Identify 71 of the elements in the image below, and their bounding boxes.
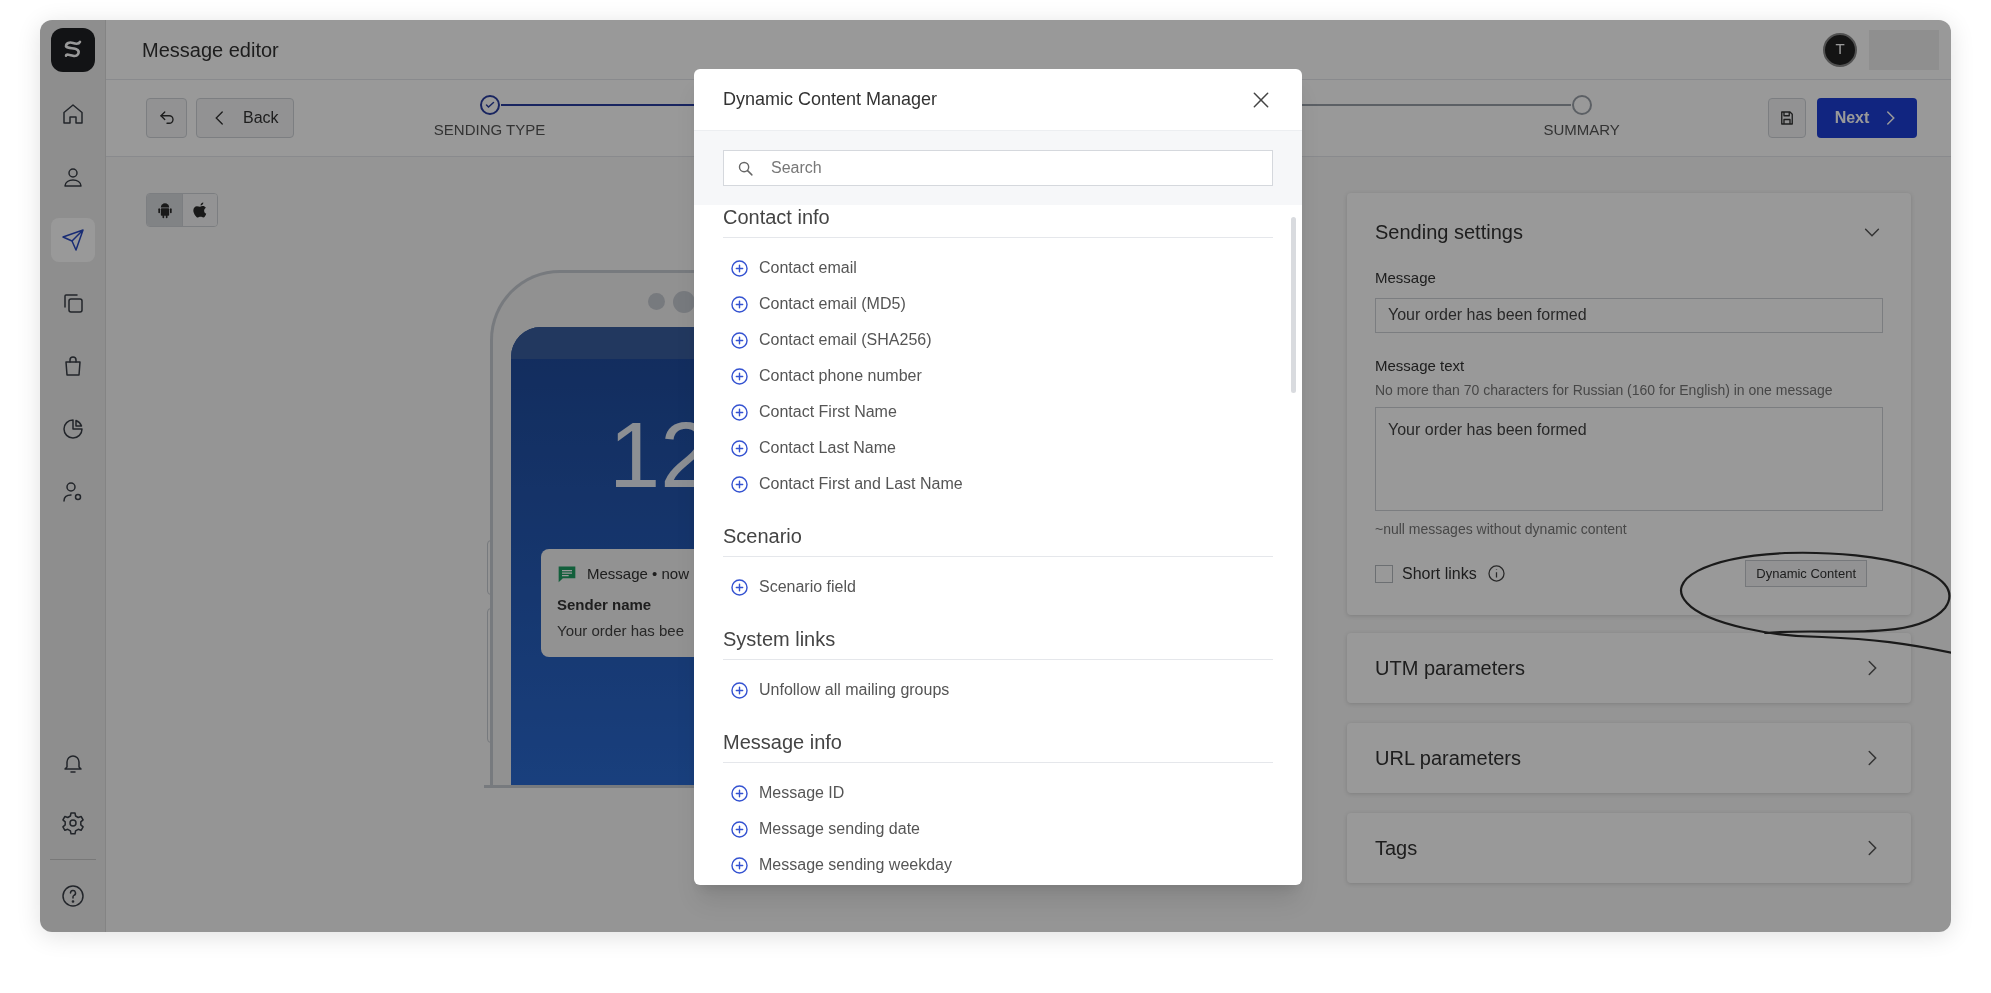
sender-name: Sender name <box>557 594 653 615</box>
insert-item[interactable]: Contact email (SHA256) <box>730 322 932 358</box>
notification-text: Your order has bee <box>557 621 685 641</box>
panel-title: URL parameters <box>1375 746 1521 771</box>
field-label: Message text <box>1375 355 1466 376</box>
insert-item[interactable]: Contact email (MD5) <box>730 286 906 322</box>
section-heading: Message info <box>723 730 1273 763</box>
collapsible-panel[interactable]: Tags <box>1347 813 1911 883</box>
plus-circle-icon <box>730 783 749 803</box>
plus-circle-icon <box>730 474 749 494</box>
pie-chart-icon <box>60 417 85 441</box>
plus-circle-icon <box>730 402 749 422</box>
undo-button[interactable] <box>146 98 187 138</box>
search-icon <box>737 160 754 177</box>
next-button[interactable]: Next <box>1817 98 1917 138</box>
insert-item[interactable]: Message sending weekday <box>730 847 952 883</box>
insert-item[interactable]: Scenario field <box>730 569 856 605</box>
field-hint: No more than 70 characters for Russian (160 for English) in one message <box>1375 381 1834 400</box>
paper-plane-icon <box>60 228 85 252</box>
panel-title: UTM parameters <box>1375 656 1526 681</box>
page-title: Message editor <box>142 37 279 63</box>
save-icon <box>1778 109 1796 127</box>
character-counter: ~null messages without dynamic content <box>1375 520 1628 539</box>
plus-circle-icon <box>730 855 749 875</box>
platform-toggle[interactable] <box>182 194 217 226</box>
info-icon <box>1486 564 1506 583</box>
plus-circle-icon <box>730 330 749 350</box>
insert-item[interactable]: Message ID <box>730 775 845 811</box>
home-icon <box>60 102 85 126</box>
insert-item[interactable]: Unfollow all mailing groups <box>730 672 950 708</box>
section-heading: System links <box>723 627 1273 660</box>
avatar[interactable]: T <box>1823 32 1857 67</box>
field-label: Message <box>1375 268 1437 288</box>
checkbox-label: Short links <box>1402 563 1477 584</box>
plus-circle-icon <box>730 294 749 314</box>
insert-item[interactable]: Contact Last Name <box>730 430 896 466</box>
section-heading: Contact info <box>723 205 1273 238</box>
undo-icon <box>157 109 176 127</box>
section-heading: Scenario <box>723 524 1273 557</box>
logo-icon[interactable] <box>50 28 95 72</box>
panel-title: Tags <box>1375 836 1418 861</box>
search-field[interactable]: Search <box>723 150 1273 186</box>
insert-item[interactable]: Contact First Name <box>730 394 897 430</box>
platform-toggle[interactable] <box>147 194 182 226</box>
message-field[interactable]: Your order has been formed <box>1375 297 1883 333</box>
dialog-title: Dynamic Content Manager <box>723 88 938 111</box>
scrollbar-thumb[interactable] <box>1291 217 1296 393</box>
back-button[interactable]: Back <box>196 98 294 138</box>
insert-item[interactable]: Contact phone number <box>730 358 922 394</box>
save-button[interactable] <box>1768 98 1806 138</box>
plus-circle-icon <box>730 819 749 839</box>
plus-circle-icon <box>730 438 749 458</box>
help-icon <box>60 884 85 908</box>
checkbox[interactable] <box>1375 564 1393 583</box>
plus-circle-icon <box>730 366 749 386</box>
plus-circle-icon <box>730 258 749 278</box>
insert-item[interactable]: Contact email <box>730 250 857 286</box>
plus-circle-icon <box>730 680 749 700</box>
card-title: Sending settings <box>1375 220 1523 245</box>
insert-item[interactable]: Message sending date <box>730 811 920 847</box>
message-text-field[interactable]: Your order has been formed <box>1375 407 1883 511</box>
sidebar-item[interactable] <box>50 218 95 262</box>
step-label: SUMMARY <box>1543 119 1620 140</box>
collapsible-panel[interactable]: UTM parameters <box>1347 633 1911 703</box>
notification-app: Message • now <box>587 564 689 584</box>
step-label: SENDING TYPE <box>433 119 546 140</box>
insert-item[interactable]: Contact First and Last Name <box>730 466 963 502</box>
plus-circle-icon <box>730 577 749 597</box>
dynamic-content-button[interactable]: Dynamic Content <box>1745 560 1867 587</box>
collapsible-panel[interactable]: URL parameters <box>1347 723 1911 793</box>
settings-icon <box>60 811 85 835</box>
